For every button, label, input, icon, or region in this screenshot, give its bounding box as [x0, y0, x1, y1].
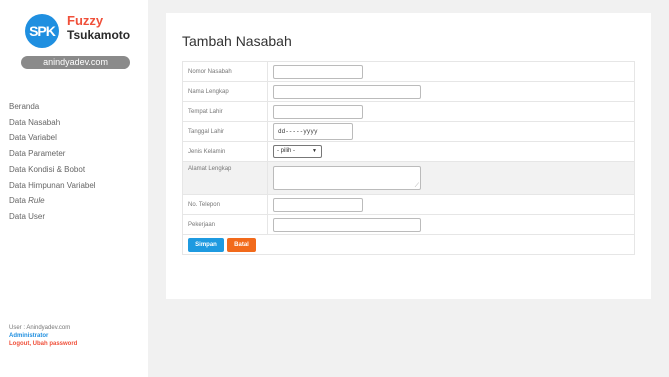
form-row-alamat-lengkap: Alamat Lengkap ⟋: [182, 161, 635, 195]
form-row-nomor-nasabah: Nomor Nasabah: [182, 61, 635, 82]
menu-data-himpunan-variabel[interactable]: Data Himpunan Variabel: [9, 178, 96, 194]
label-nama-lengkap: Nama Lengkap: [182, 81, 268, 102]
sidebar: SPK Fuzzy Tsukamoto anindyadev.com Beran…: [0, 0, 148, 377]
user-role: Administrator: [9, 333, 49, 339]
cell-nomor-nasabah: [267, 61, 635, 82]
menu-beranda[interactable]: Beranda: [9, 99, 96, 115]
cell-pekerjaan: [267, 214, 635, 235]
tanggal-lahir-date-input[interactable]: dd-----yyyy: [273, 123, 353, 140]
form-row-actions: Simpan Batal: [182, 234, 635, 255]
menu-data-parameter[interactable]: Data Parameter: [9, 146, 96, 162]
user-name: User : Anindyadev.com: [9, 325, 71, 331]
menu-data-rule-prefix: Data: [9, 196, 29, 206]
logo-title-line2: Tsukamoto: [67, 28, 131, 42]
form-row-no-telepon: No. Telepon: [182, 194, 635, 215]
menu-data-variabel[interactable]: Data Variabel: [9, 130, 96, 146]
cell-tempat-lahir: [267, 101, 635, 122]
jenis-kelamin-select[interactable]: - pilih - ▼: [273, 145, 322, 158]
label-tanggal-lahir: Tanggal Lahir: [182, 121, 268, 142]
menu-data-nasabah[interactable]: Data Nasabah: [9, 115, 96, 131]
site-badge: anindyadev.com: [21, 56, 130, 69]
sidebar-menu: Beranda Data Nasabah Data Variabel Data …: [9, 99, 96, 225]
form-row-jenis-kelamin: Jenis Kelamin - pilih - ▼: [182, 141, 635, 162]
cell-jenis-kelamin: - pilih - ▼: [267, 141, 635, 162]
dropdown-arrow-icon: ▼: [312, 148, 317, 154]
spk-logo-icon: SPK: [25, 14, 59, 48]
jenis-kelamin-selected: - pilih -: [277, 148, 296, 154]
cancel-button[interactable]: Batal: [227, 237, 256, 252]
main-panel: Tambah Nasabah Nomor Nasabah Nama Lengka…: [166, 13, 651, 299]
logout-links[interactable]: Logout, Ubah password: [9, 340, 77, 348]
cell-nama-lengkap: [267, 81, 635, 102]
app-logo[interactable]: SPK Fuzzy Tsukamoto: [25, 13, 140, 48]
menu-data-user[interactable]: Data User: [9, 209, 96, 225]
cell-no-telepon: [267, 194, 635, 215]
label-pekerjaan: Pekerjaan: [182, 214, 268, 235]
menu-data-rule-italic: Rule: [28, 196, 45, 206]
label-tempat-lahir: Tempat Lahir: [182, 101, 268, 122]
nomor-nasabah-input[interactable]: [273, 64, 363, 79]
tempat-lahir-input[interactable]: [273, 104, 363, 119]
save-button[interactable]: Simpan: [188, 237, 224, 252]
form-row-nama-lengkap: Nama Lengkap: [182, 81, 635, 102]
form-row-tempat-lahir: Tempat Lahir: [182, 101, 635, 122]
page-title: Tambah Nasabah: [182, 33, 292, 49]
user-info: User : Anindyadev.com Administrator Logo…: [9, 324, 77, 348]
form-row-pekerjaan: Pekerjaan: [182, 214, 635, 235]
cell-tanggal-lahir: dd-----yyyy: [267, 121, 635, 142]
nasabah-form: Nomor Nasabah Nama Lengkap Tempat Lahir …: [182, 61, 635, 255]
cell-alamat-lengkap: ⟋: [267, 161, 635, 195]
label-alamat-lengkap: Alamat Lengkap: [182, 161, 268, 195]
cell-actions: Simpan Batal: [182, 234, 635, 255]
label-jenis-kelamin: Jenis Kelamin: [182, 141, 268, 162]
logo-title-line1: Fuzzy: [67, 13, 104, 28]
nama-lengkap-input[interactable]: [273, 84, 421, 99]
alamat-lengkap-textarea[interactable]: ⟋: [273, 166, 421, 190]
menu-data-kondisi-bobot[interactable]: Data Kondisi & Bobot: [9, 162, 96, 178]
no-telepon-input[interactable]: [273, 197, 363, 212]
menu-data-rule[interactable]: Data Rule: [9, 193, 96, 209]
resize-grip-icon[interactable]: ⟋: [415, 183, 419, 189]
label-nomor-nasabah: Nomor Nasabah: [182, 61, 268, 82]
pekerjaan-input[interactable]: [273, 217, 421, 232]
label-no-telepon: No. Telepon: [182, 194, 268, 215]
form-row-tanggal-lahir: Tanggal Lahir dd-----yyyy: [182, 121, 635, 142]
